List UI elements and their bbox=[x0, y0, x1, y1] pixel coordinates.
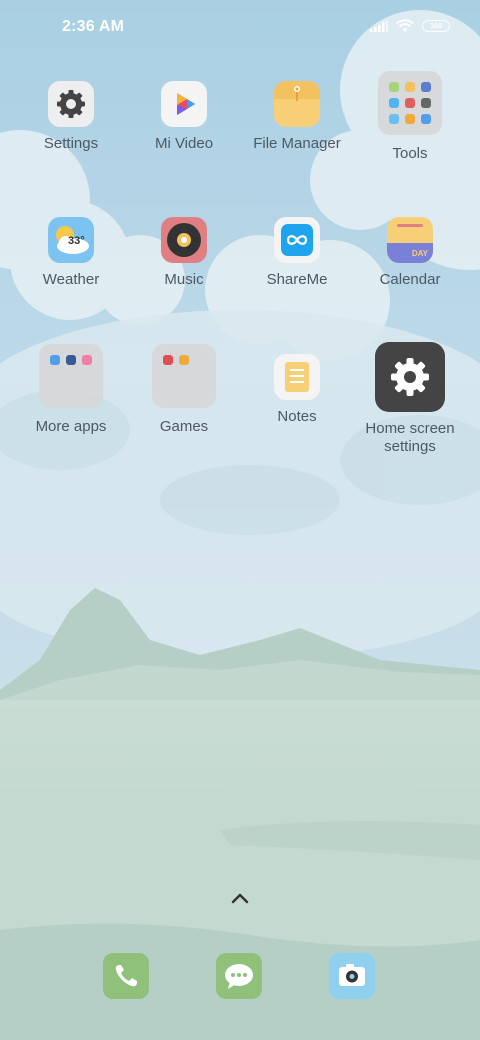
infinity-icon bbox=[274, 217, 320, 263]
dock-messages[interactable] bbox=[216, 953, 262, 999]
tools-folder-icon bbox=[378, 71, 442, 135]
app-home-screen-settings[interactable]: Home screen settings bbox=[350, 342, 470, 456]
battery-level: 100 bbox=[430, 22, 442, 30]
app-label: Weather bbox=[42, 271, 100, 288]
app-calendar[interactable]: DAY Calendar bbox=[350, 217, 470, 289]
app-settings[interactable]: Settings bbox=[11, 81, 131, 153]
app-label: Tools bbox=[392, 145, 428, 162]
status-time: 2:36 AM bbox=[62, 18, 125, 35]
signal-icon bbox=[370, 20, 388, 32]
gear-icon bbox=[48, 81, 94, 127]
calendar-icon: DAY bbox=[387, 217, 433, 263]
app-label: Settings bbox=[43, 135, 99, 152]
more-apps-folder-icon bbox=[39, 344, 103, 408]
app-label: Home screen settings bbox=[365, 420, 455, 455]
phone-icon bbox=[115, 965, 137, 987]
weather-icon: 33° bbox=[48, 217, 94, 263]
home-settings-gear-icon bbox=[375, 342, 445, 412]
wifi-icon bbox=[396, 19, 414, 32]
battery-icon: 100 bbox=[422, 20, 450, 32]
app-label: Calendar bbox=[379, 271, 441, 288]
app-shareme[interactable]: ShareMe bbox=[237, 217, 357, 289]
message-icon bbox=[225, 964, 253, 989]
status-icons: 100 bbox=[370, 19, 450, 33]
games-folder-icon bbox=[152, 344, 216, 408]
app-weather[interactable]: 33° Weather bbox=[11, 217, 131, 289]
app-label: Games bbox=[159, 418, 209, 435]
app-label: Music bbox=[164, 271, 204, 288]
weather-temperature: 33° bbox=[68, 235, 85, 247]
app-games-folder[interactable]: Games bbox=[124, 344, 244, 436]
dock-camera[interactable] bbox=[329, 953, 375, 999]
app-file-manager[interactable]: File Manager bbox=[237, 81, 357, 153]
app-more-apps-folder[interactable]: More apps bbox=[11, 344, 131, 436]
app-tools-folder[interactable]: Tools bbox=[350, 71, 470, 163]
app-label: File Manager bbox=[253, 135, 341, 152]
chevron-up-icon[interactable] bbox=[228, 890, 252, 906]
notes-icon bbox=[274, 354, 320, 400]
app-notes[interactable]: Notes bbox=[237, 354, 357, 426]
app-label: ShareMe bbox=[266, 271, 328, 288]
app-label: More apps bbox=[35, 418, 107, 435]
dock-phone[interactable] bbox=[103, 953, 149, 999]
status-bar: 2:36 AM 100 bbox=[0, 0, 480, 56]
camera-icon bbox=[339, 964, 365, 986]
app-mi-video[interactable]: Mi Video bbox=[124, 81, 244, 153]
folder-icon bbox=[274, 81, 320, 127]
app-music[interactable]: Music bbox=[124, 217, 244, 289]
play-icon bbox=[161, 81, 207, 127]
app-label: Mi Video bbox=[154, 135, 214, 152]
vinyl-icon bbox=[161, 217, 207, 263]
app-label: Notes bbox=[277, 408, 317, 425]
calendar-badge: DAY bbox=[411, 249, 428, 258]
